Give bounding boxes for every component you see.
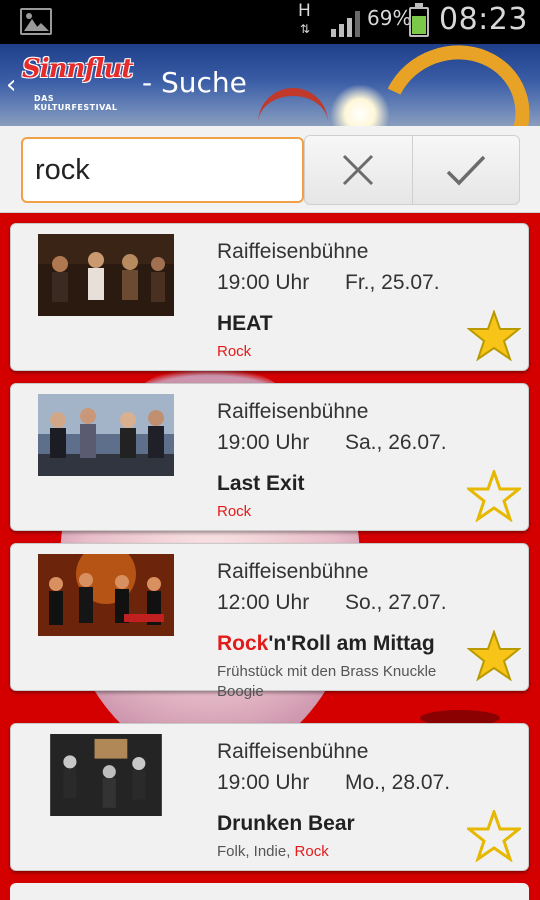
event-date: Sa., 26.07.	[345, 431, 447, 454]
event-card-partial[interactable]	[10, 883, 529, 900]
status-bar: H ⇅ 69% 08:23	[0, 0, 540, 44]
event-card[interactable]: Raiffeisenbühne 19:00 Uhr Mo., 28.07. Dr…	[10, 723, 529, 871]
event-card[interactable]: Raiffeisenbühne 19:00 Uhr Sa., 26.07. La…	[10, 383, 529, 531]
event-venue: Raiffeisenbühne	[217, 560, 369, 583]
event-genre: Rock	[217, 503, 251, 520]
clock: 08:23	[439, 2, 528, 37]
event-genre: Rock	[217, 343, 251, 360]
search-input[interactable]	[21, 137, 304, 203]
network-type: H	[298, 1, 311, 21]
checkmark-icon	[446, 155, 486, 186]
event-time: 19:00 Uhr	[217, 271, 310, 294]
genre-highlight: Rock	[294, 843, 329, 860]
search-bar	[0, 126, 540, 213]
star-icon[interactable]	[467, 310, 521, 362]
event-subtitle: Frühstück mit den Brass Knuckle Boogie	[217, 663, 437, 700]
event-title: Drunken Bear	[217, 812, 355, 835]
close-icon	[343, 154, 374, 186]
signal-icon	[331, 11, 360, 37]
event-venue: Raiffeisenbühne	[217, 740, 369, 763]
background-ride	[258, 88, 328, 126]
genre-prefix: Folk, Indie,	[217, 843, 295, 860]
background-light	[330, 84, 390, 126]
event-thumbnail	[38, 554, 174, 636]
gallery-icon	[20, 8, 52, 35]
action-bar: ‹ Sinnflut DAS KULTURFESTIVAL - Suche	[0, 44, 540, 126]
event-time: 19:00 Uhr	[217, 431, 310, 454]
clear-button[interactable]	[305, 136, 412, 204]
data-transfer-icon: H ⇅	[298, 1, 311, 36]
event-venue: Raiffeisenbühne	[217, 400, 369, 423]
event-date: Mo., 28.07.	[345, 771, 451, 794]
event-thumbnail	[38, 394, 174, 476]
app-logo[interactable]: Sinnflut DAS KULTURFESTIVAL	[22, 54, 134, 112]
event-card[interactable]: Raiffeisenbühne 19:00 Uhr Fr., 25.07. HE…	[10, 223, 529, 371]
genre-highlight: Rock	[217, 503, 252, 520]
star-icon[interactable]	[467, 630, 521, 682]
event-card[interactable]: Raiffeisenbühne 12:00 Uhr So., 27.07. Ro…	[10, 543, 529, 700]
event-title: Rock'n'Roll am Mittag	[217, 632, 435, 656]
event-thumbnail	[50, 734, 162, 816]
logo-wordmark: Sinnflut	[22, 54, 133, 84]
search-actions	[304, 135, 520, 205]
event-venue: Raiffeisenbühne	[217, 240, 369, 263]
event-time: 19:00 Uhr	[217, 771, 310, 794]
event-time: 12:00 Uhr	[217, 591, 310, 614]
event-title: HEAT	[217, 312, 273, 335]
page-title: - Suche	[142, 66, 247, 99]
confirm-button[interactable]	[411, 136, 520, 204]
battery-percent: 69%	[367, 6, 412, 30]
title-highlight: Rock	[217, 632, 269, 655]
event-date: Fr., 25.07.	[345, 271, 440, 294]
battery-icon	[409, 3, 429, 37]
event-genre: Folk, Indie, Rock	[217, 843, 329, 860]
logo-subtitle: DAS KULTURFESTIVAL	[34, 94, 118, 112]
event-thumbnail	[38, 234, 174, 316]
event-date: So., 27.07.	[345, 591, 447, 614]
star-icon[interactable]	[467, 470, 521, 522]
event-title: Last Exit	[217, 472, 305, 495]
event-list[interactable]: Raiffeisenbühne 19:00 Uhr Fr., 25.07. HE…	[0, 213, 540, 900]
genre-highlight: Rock	[217, 343, 252, 360]
title-rest: 'n'Roll am Mittag	[268, 632, 435, 655]
star-icon[interactable]	[467, 810, 521, 862]
chevron-left-icon[interactable]: ‹	[6, 70, 16, 100]
